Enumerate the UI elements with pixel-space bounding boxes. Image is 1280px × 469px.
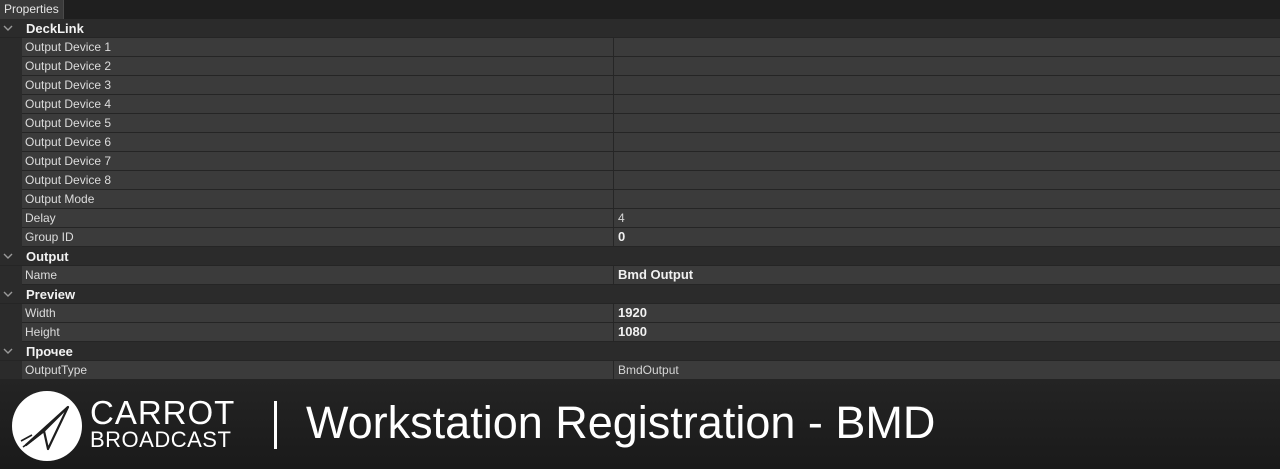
chevron-down-icon[interactable] xyxy=(2,22,14,34)
brand-subtitle: BROADCAST xyxy=(90,427,232,452)
property-name: Output Device 4 xyxy=(22,95,613,113)
row-margin xyxy=(0,266,22,285)
property-name: Name xyxy=(22,266,613,284)
property-row[interactable]: Output Device 6 xyxy=(0,133,1280,152)
property-row[interactable]: OutputType BmdOutput xyxy=(0,361,1280,380)
property-value[interactable]: 1080 xyxy=(614,323,1280,341)
property-row[interactable]: Output Device 3 xyxy=(0,76,1280,95)
property-row[interactable]: Output Device 4 xyxy=(0,95,1280,114)
property-row[interactable]: Delay 4 xyxy=(0,209,1280,228)
category-label: DeckLink xyxy=(26,21,84,36)
row-margin xyxy=(0,171,22,190)
property-row[interactable]: Width 1920 xyxy=(0,304,1280,323)
category-decklink[interactable]: DeckLink xyxy=(0,19,1280,38)
property-value[interactable]: 4 xyxy=(614,209,1280,227)
property-name: Delay xyxy=(22,209,613,227)
property-value[interactable] xyxy=(614,190,1280,208)
category-label: Output xyxy=(26,249,69,264)
property-name: Output Mode xyxy=(22,190,613,208)
property-value[interactable]: 0 xyxy=(614,228,1280,246)
property-name: Output Device 2 xyxy=(22,57,613,75)
tab-strip: Properties xyxy=(0,0,1280,19)
property-name: Output Device 6 xyxy=(22,133,613,151)
row-margin xyxy=(0,190,22,209)
row-margin xyxy=(0,114,22,133)
property-value[interactable]: 1920 xyxy=(614,304,1280,322)
property-value[interactable] xyxy=(614,95,1280,113)
row-margin xyxy=(0,133,22,152)
property-name: Output Device 3 xyxy=(22,76,613,94)
branding-footer: CARROT BROADCAST Workstation Registratio… xyxy=(0,379,1280,469)
chevron-down-icon[interactable] xyxy=(2,288,14,300)
row-margin xyxy=(0,304,22,323)
chevron-down-icon[interactable] xyxy=(2,250,14,262)
row-margin xyxy=(0,228,22,247)
property-value[interactable]: BmdOutput xyxy=(614,361,1280,379)
row-margin xyxy=(0,38,22,57)
paper-plane-icon xyxy=(20,405,70,451)
chevron-down-icon[interactable] xyxy=(2,345,14,357)
page-title: Workstation Registration - BMD xyxy=(306,397,936,448)
row-margin xyxy=(0,152,22,171)
property-value[interactable] xyxy=(614,133,1280,151)
property-name: Output Device 8 xyxy=(22,171,613,189)
row-margin xyxy=(0,76,22,95)
tab-properties[interactable]: Properties xyxy=(0,0,64,19)
property-name: OutputType xyxy=(22,361,613,379)
property-value[interactable] xyxy=(614,114,1280,132)
row-margin xyxy=(0,209,22,228)
property-row[interactable]: Group ID 0 xyxy=(0,228,1280,247)
property-value[interactable] xyxy=(614,171,1280,189)
property-row[interactable]: Output Device 8 xyxy=(0,171,1280,190)
row-margin xyxy=(0,95,22,114)
property-name: Height xyxy=(22,323,613,341)
property-value[interactable] xyxy=(614,57,1280,75)
property-value[interactable] xyxy=(614,152,1280,170)
property-value[interactable] xyxy=(614,38,1280,56)
property-value[interactable]: Bmd Output xyxy=(614,266,1280,284)
property-name: Output Device 7 xyxy=(22,152,613,170)
property-row[interactable]: Output Device 1 xyxy=(0,38,1280,57)
title-divider xyxy=(274,401,277,449)
property-value[interactable] xyxy=(614,76,1280,94)
brand-name: CARROT xyxy=(90,394,236,431)
property-row[interactable]: Height 1080 xyxy=(0,323,1280,342)
category-label: Прочее xyxy=(26,344,73,359)
brand-wordmark: CARROT BROADCAST xyxy=(90,394,236,452)
property-name: Output Device 5 xyxy=(22,114,613,132)
category-label: Preview xyxy=(26,287,76,302)
property-grid: DeckLink Output Device 1 Output Device 2… xyxy=(0,19,1280,380)
category-output[interactable]: Output xyxy=(0,247,1280,266)
category-preview[interactable]: Preview xyxy=(0,285,1280,304)
category-misc[interactable]: Прочее xyxy=(0,342,1280,361)
row-margin xyxy=(0,361,22,380)
property-name: Output Device 1 xyxy=(22,38,613,56)
row-margin xyxy=(0,323,22,342)
property-row[interactable]: Output Device 5 xyxy=(0,114,1280,133)
property-row[interactable]: Name Bmd Output xyxy=(0,266,1280,285)
property-row[interactable]: Output Device 2 xyxy=(0,57,1280,76)
property-row[interactable]: Output Device 7 xyxy=(0,152,1280,171)
property-name: Group ID xyxy=(22,228,613,246)
property-name: Width xyxy=(22,304,613,322)
property-row[interactable]: Output Mode xyxy=(0,190,1280,209)
row-margin xyxy=(0,57,22,76)
logo xyxy=(12,391,82,461)
